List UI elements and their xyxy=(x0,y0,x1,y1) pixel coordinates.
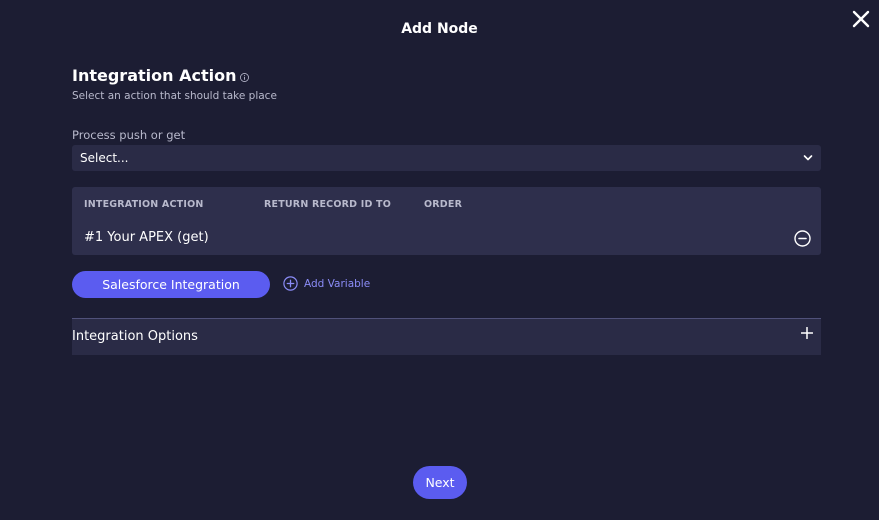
process-select-value: Select... xyxy=(80,151,129,165)
add-node-modal: Add Node Integration Action Select an ac… xyxy=(0,0,879,520)
table-row-label: #1 Your APEX (get) xyxy=(84,230,209,245)
plus-circle-icon xyxy=(283,276,298,291)
salesforce-integration-button[interactable]: Salesforce Integration xyxy=(72,271,270,298)
process-field-label: Process push or get xyxy=(72,128,186,142)
remove-row-button[interactable] xyxy=(794,230,811,247)
modal-title: Add Node xyxy=(401,21,478,37)
header-integration-action: INTEGRATION ACTION xyxy=(84,199,204,210)
plus-icon xyxy=(801,327,813,339)
add-variable-label: Add Variable xyxy=(304,277,371,290)
add-variable-button[interactable]: Add Variable xyxy=(283,276,370,291)
section-header: Integration Action xyxy=(72,66,250,85)
section-subtitle: Select an action that should take place xyxy=(72,90,277,102)
process-select[interactable]: Select... xyxy=(72,145,821,171)
header-order: ORDER xyxy=(424,199,463,210)
integration-options-accordion[interactable]: Integration Options xyxy=(72,318,821,355)
section-title: Integration Action xyxy=(72,66,237,85)
chevron-down-icon xyxy=(803,155,813,161)
info-icon[interactable] xyxy=(240,72,250,82)
accordion-label: Integration Options xyxy=(72,329,198,344)
close-icon xyxy=(852,10,870,28)
minus-circle-icon xyxy=(794,230,811,247)
next-button[interactable]: Next xyxy=(413,466,467,499)
close-button[interactable] xyxy=(851,9,871,29)
header-return-record-id: RETURN RECORD ID TO xyxy=(264,199,392,210)
integration-action-table: INTEGRATION ACTION RETURN RECORD ID TO O… xyxy=(72,187,821,255)
